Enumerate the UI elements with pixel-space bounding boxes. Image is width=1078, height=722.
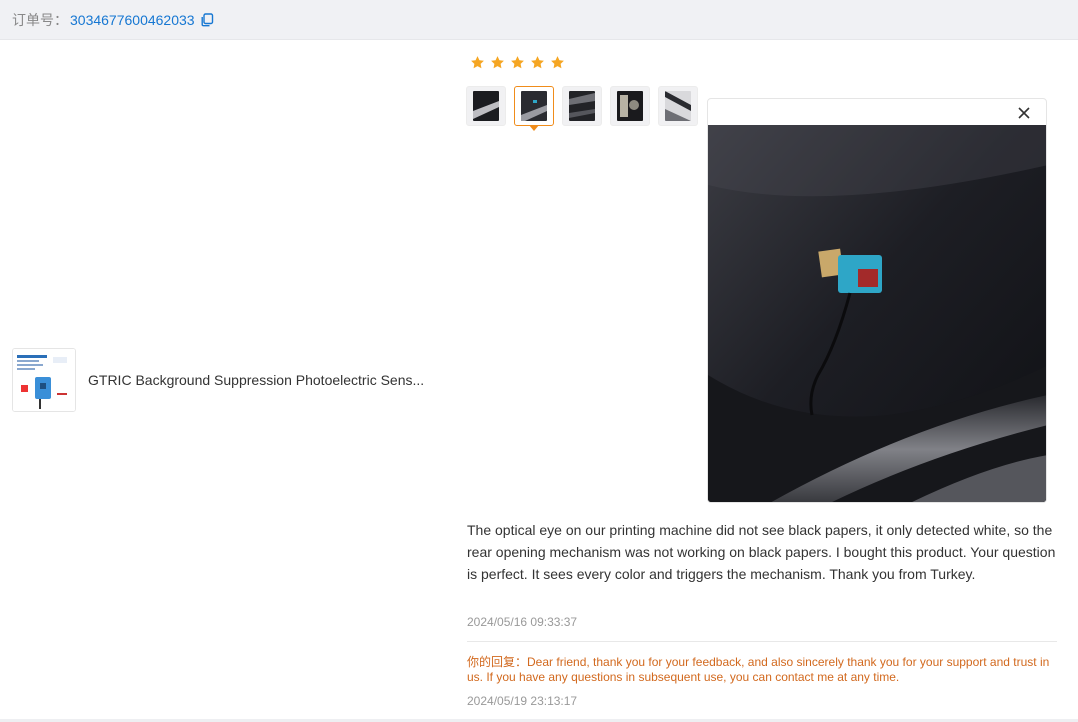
review-photo-thumb[interactable] [658, 86, 698, 126]
review-text: The optical eye on our printing machine … [467, 522, 1056, 582]
product-title[interactable]: GTRIC Background Suppression Photoelectr… [88, 372, 433, 388]
product-image[interactable] [12, 348, 76, 412]
review-photo-thumb-image [473, 91, 499, 121]
reply-label: 你的回复： [467, 655, 528, 669]
preview-image [708, 125, 1046, 502]
reply-text: Dear friend, thank you for your feedback… [467, 655, 1050, 684]
review-photo-thumb[interactable] [562, 86, 602, 126]
review-date: 2024/05/16 09:33:37 [467, 615, 578, 629]
star-icon [511, 56, 524, 69]
rating-stars [470, 55, 565, 70]
review-photo-thumb[interactable] [514, 86, 554, 131]
order-number-label: 订单号： [12, 11, 68, 28]
seller-reply: 你的回复：Dear friend, thank you for your fee… [467, 655, 1057, 685]
star-icon [551, 56, 564, 69]
product-info: GTRIC Background Suppression Photoelectr… [12, 348, 433, 412]
review-photo-thumb-image [665, 91, 691, 121]
divider [467, 641, 1057, 642]
review-photo-thumb[interactable] [466, 86, 506, 126]
review-photo-thumb-image [617, 91, 643, 121]
close-icon[interactable] [1016, 105, 1032, 121]
star-icon [471, 56, 484, 69]
review-photo-thumb-image [569, 91, 595, 121]
photo-preview [707, 98, 1047, 503]
reply-date: 2024/05/19 23:13:17 [467, 694, 578, 708]
review-photo-thumb[interactable] [610, 86, 650, 126]
review-photo-thumbnails [466, 86, 698, 131]
star-icon [491, 56, 504, 69]
review-photo-thumb-image [521, 91, 547, 121]
copy-icon[interactable] [200, 12, 214, 27]
order-number-link[interactable]: 3034677600462033 [70, 12, 195, 28]
star-icon [531, 56, 544, 69]
order-header: 订单号： 3034677600462033 [0, 0, 1078, 40]
